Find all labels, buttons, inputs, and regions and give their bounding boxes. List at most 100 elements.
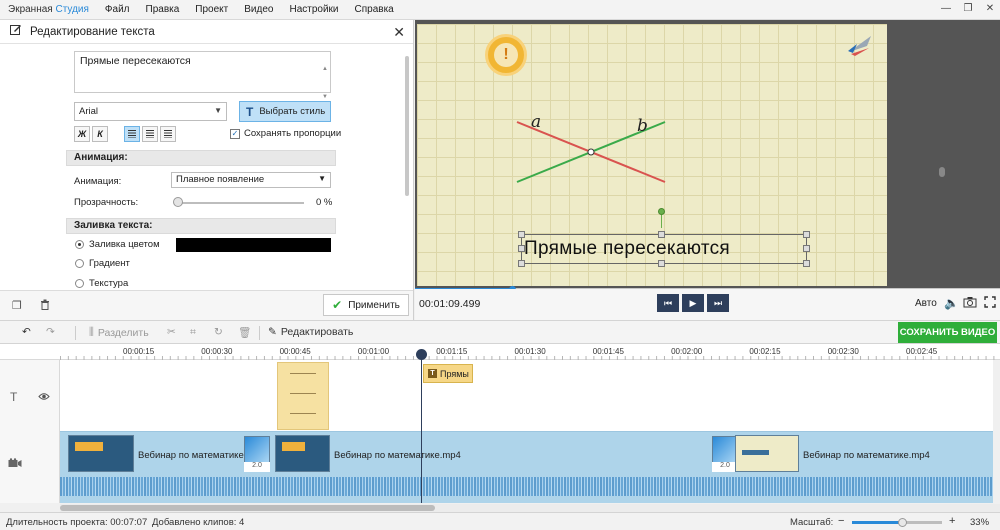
close-icon[interactable]: ✕ [393,24,405,41]
fill-gradient-radio[interactable] [75,259,84,268]
resize-handle[interactable] [658,231,665,238]
intersection-point [587,148,595,156]
fill-section-header: Заливка текста: [66,218,336,234]
text-input[interactable]: Прямые пересекаются ▲ ▼ [74,51,331,100]
text-track-block[interactable] [277,362,329,430]
ruler-tick-label: 00:02:30 [827,347,859,356]
copy-icon[interactable]: ❐ [12,299,22,312]
trash-icon[interactable]: 🗑 [238,326,251,339]
timeline-scrollbar-thumb[interactable] [60,505,435,511]
rotate-icon[interactable]: ↻ [214,326,223,338]
zoom-slider-handle[interactable] [897,518,907,527]
menu-project[interactable]: Проект [187,4,236,15]
opacity-slider[interactable] [176,202,304,204]
video-track-icon [8,457,22,471]
resize-handle[interactable] [803,260,810,267]
align-center-icon [128,130,136,138]
fill-color-option[interactable]: Заливка цветом [75,239,160,250]
ruler-tick-label: 00:01:45 [592,347,624,356]
resize-handle[interactable] [518,231,525,238]
trash-icon[interactable] [40,299,50,313]
align-left-button[interactable] [142,126,158,142]
redo-icon[interactable]: ↷ [46,326,55,338]
app-title: Экранная Студия [8,4,89,15]
clip-thumbnail[interactable] [275,435,330,472]
restore-button[interactable]: ❐ [962,2,974,16]
resize-handle[interactable] [803,231,810,238]
fullscreen-icon[interactable] [984,296,996,311]
italic-button[interactable]: К [92,126,108,142]
menu-file[interactable]: Файл [97,4,138,15]
panel-footer: ❐ ✔ Применить [0,290,413,320]
panel-scrollbar[interactable] [405,56,409,196]
timeline-scrollbar[interactable] [60,504,1000,512]
split-button[interactable]: ⫼ Разделить [89,326,149,339]
resize-handle[interactable] [803,245,810,252]
clip-label: Вебинар по математике.mp4 [334,450,461,461]
video-canvas[interactable]: ! a b Прямые пересекаются [417,24,887,286]
ruler-tick-label: 00:02:00 [671,347,703,356]
keep-proportions-option[interactable]: ✓ Сохранять пропорции [230,128,341,139]
fill-texture-radio[interactable] [75,279,84,288]
play-button[interactable]: ▶ [682,294,704,312]
rotate-handle[interactable] [658,208,665,215]
clip-thumbnail[interactable] [68,435,134,472]
eye-icon[interactable] [38,390,50,404]
fill-gradient-option[interactable]: Градиент [75,258,130,269]
status-bar: Длительность проекта: 00:07:07 Добавлено… [0,512,1000,530]
audio-waveform[interactable] [60,477,993,496]
clip-thumbnail[interactable] [735,435,799,472]
timeline-ruler[interactable]: 00:00:15 00:00:30 00:00:45 00:01:00 00:01:15… [0,344,1000,360]
volume-icon[interactable]: 🔈 [944,296,959,310]
playhead-line[interactable] [421,350,422,503]
fill-texture-option[interactable]: Текстура [75,278,128,289]
scissors-icon[interactable]: ✂ [167,326,176,338]
undo-icon[interactable]: ↶ [22,326,31,338]
resize-handle[interactable] [518,260,525,267]
opacity-slider-handle[interactable] [173,197,183,207]
edit-icon [10,24,22,39]
animation-select[interactable]: Плавное появление ▼ [171,172,331,188]
align-center-button[interactable] [124,126,140,142]
crop-icon[interactable]: ⌗ [190,326,196,339]
resize-handle[interactable] [518,245,525,252]
apply-button[interactable]: ✔ Применить [323,294,409,316]
minimize-button[interactable]: — [940,2,952,16]
save-video-button[interactable]: СОХРАНИТЬ ВИДЕО [898,322,997,343]
ruler-tick-label: 00:00:45 [279,347,311,356]
playhead-handle[interactable] [416,349,427,360]
quality-selector[interactable]: Авто [915,298,937,309]
text-clip[interactable]: T Прямы [423,364,473,383]
zoom-out-button[interactable]: − [838,515,844,527]
menu-bar: Экранная Студия Файл Правка Проект Видео… [0,0,1000,20]
camera-icon[interactable] [963,296,977,311]
transition-duration: 2.0 [244,462,270,472]
choose-style-button[interactable]: T Выбрать стиль [239,101,331,122]
keep-proportions-checkbox[interactable]: ✓ [230,128,240,139]
canvas-edge-handle[interactable] [939,167,945,177]
menu-help[interactable]: Справка [347,4,402,15]
close-window-button[interactable]: ✕ [984,2,996,16]
project-duration: Длительность проекта: 00:07:07 [6,517,148,528]
chevron-down-icon: ▼ [214,106,222,115]
zoom-slider[interactable] [852,518,942,527]
menu-edit[interactable]: Правка [138,4,188,15]
zoom-in-button[interactable]: + [949,515,955,527]
resize-handle[interactable] [658,260,665,267]
text-track-icon: T [10,390,18,404]
font-select[interactable]: Arial ▼ [74,102,227,121]
align-justify-button[interactable] [160,126,176,142]
text-track[interactable] [60,360,993,431]
zoom-slider-fill [852,521,902,524]
next-frame-button[interactable]: ⏭ [707,294,729,312]
ruler-tick-label: 00:01:30 [514,347,546,356]
zoom-value: 33% [970,517,990,528]
fill-color-radio[interactable] [75,240,84,249]
previous-frame-button[interactable]: ⏮ [657,294,679,312]
bold-button[interactable]: Ж [74,126,90,142]
split-icon: ⫼ [89,326,94,338]
fill-color-swatch[interactable] [176,238,331,252]
edit-button[interactable]: ✎ Редактировать [268,326,353,338]
menu-video[interactable]: Видео [236,4,281,15]
menu-settings[interactable]: Настройки [281,4,346,15]
